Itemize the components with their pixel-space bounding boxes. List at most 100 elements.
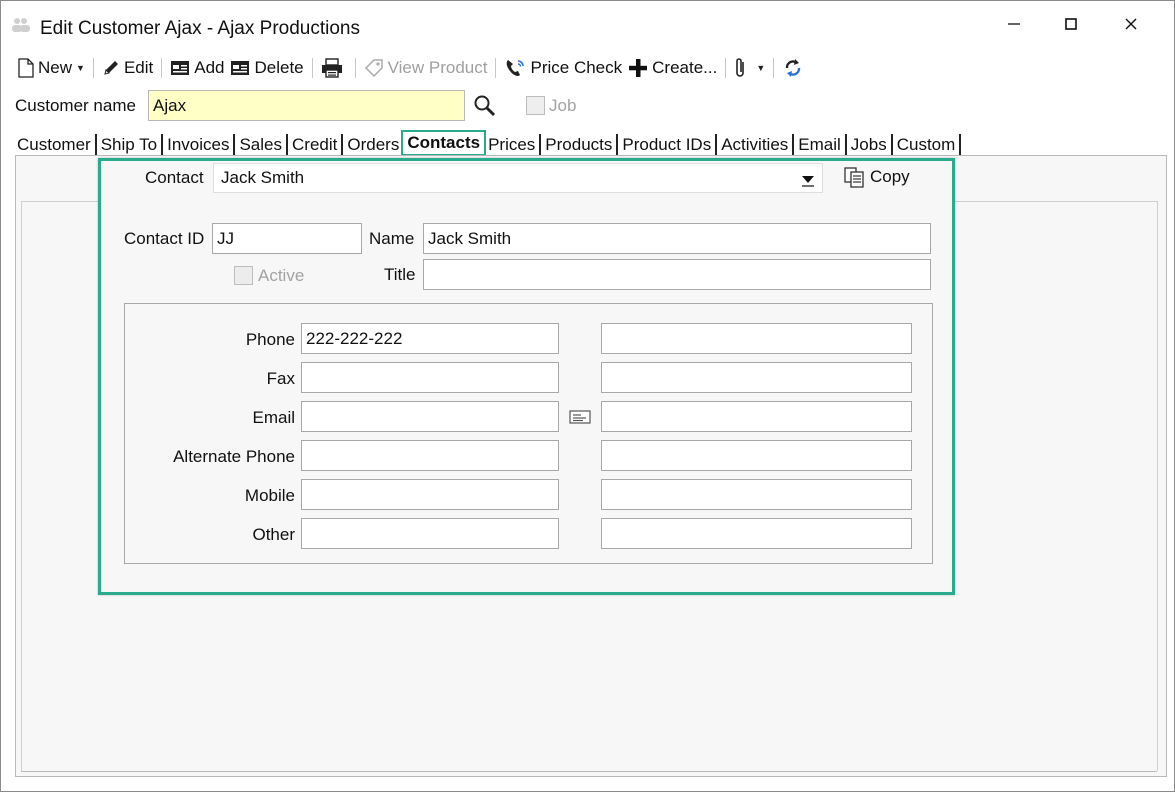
- contact-label: Contact: [145, 168, 204, 187]
- customer-name-input[interactable]: Ajax: [148, 90, 465, 121]
- tab-prices[interactable]: Prices: [486, 134, 537, 156]
- phone-note-input[interactable]: [601, 323, 912, 354]
- edit-customer-window: Edit Customer Ajax - Ajax Productions Ne…: [0, 0, 1175, 792]
- tab-contacts[interactable]: Contacts: [401, 130, 487, 156]
- title-input[interactable]: [423, 259, 931, 290]
- panel-divider: [21, 771, 1157, 772]
- phone-input[interactable]: 222-222-222: [301, 323, 559, 354]
- tab-email[interactable]: Email: [796, 134, 843, 156]
- contact-id-input[interactable]: JJ: [212, 223, 362, 254]
- maximize-icon: [1065, 18, 1077, 30]
- tab-sales[interactable]: Sales: [237, 134, 284, 156]
- view-product-button[interactable]: View Product: [361, 55, 491, 81]
- tab-product-ids[interactable]: Product IDs: [620, 134, 713, 156]
- toolbar-separator: [495, 58, 497, 78]
- active-checkbox[interactable]: [234, 266, 253, 285]
- paperclip-icon: [734, 57, 748, 79]
- price-check-button[interactable]: Price Check: [501, 55, 625, 81]
- tab-separator: [341, 134, 344, 156]
- alternate-phone-label: Alternate Phone: [173, 447, 295, 466]
- new-button[interactable]: New ▼: [15, 55, 88, 81]
- tab-separator: [161, 134, 164, 156]
- new-label: New: [38, 58, 73, 77]
- job-label: Job: [549, 96, 577, 115]
- new-dropdown-icon[interactable]: ▼: [76, 63, 85, 73]
- tab-separator: [233, 134, 236, 156]
- panel-divider: [21, 201, 22, 771]
- maximize-button[interactable]: [1048, 9, 1094, 39]
- printer-icon: [321, 58, 343, 78]
- email-compose-icon[interactable]: [569, 409, 591, 425]
- fax-note-input[interactable]: [601, 362, 912, 393]
- tab-bar: Customer Ship To Invoices Sales Credit O…: [15, 130, 963, 156]
- email-input[interactable]: [301, 401, 559, 432]
- toolbar-separator: [354, 58, 356, 78]
- email-note-input[interactable]: [601, 401, 912, 432]
- refresh-button[interactable]: [779, 55, 811, 81]
- contact-select[interactable]: Jack Smith: [213, 163, 823, 193]
- phone-handset-icon: [504, 58, 526, 78]
- toolbar: New ▼ Edit Add Delete View Product Price…: [15, 55, 811, 81]
- job-checkbox[interactable]: [526, 96, 545, 115]
- tab-ship-to[interactable]: Ship To: [99, 134, 159, 156]
- phone-label: Phone: [245, 330, 295, 349]
- delete-card-icon: [230, 60, 250, 76]
- tab-orders[interactable]: Orders: [345, 134, 401, 156]
- alternate-phone-note-input[interactable]: [601, 440, 912, 471]
- minimize-icon: [1008, 23, 1020, 25]
- tab-invoices[interactable]: Invoices: [165, 134, 231, 156]
- add-button[interactable]: Add: [167, 55, 227, 81]
- close-button[interactable]: [1108, 9, 1154, 39]
- print-button[interactable]: [318, 55, 350, 81]
- tab-separator: [715, 134, 718, 156]
- other-input[interactable]: [301, 518, 559, 549]
- refresh-icon: [782, 57, 804, 79]
- attachment-dropdown-icon[interactable]: ▼: [756, 63, 765, 73]
- other-note-input[interactable]: [601, 518, 912, 549]
- pencil-icon: [102, 59, 120, 77]
- chevron-down-icon[interactable]: [797, 169, 819, 189]
- tab-jobs[interactable]: Jobs: [849, 134, 889, 156]
- attachment-button[interactable]: ▼: [731, 55, 768, 81]
- fax-input[interactable]: [301, 362, 559, 393]
- fax-label: Fax: [266, 369, 295, 388]
- edit-label: Edit: [123, 58, 154, 77]
- tag-icon: [364, 58, 384, 78]
- customers-app-icon: [12, 18, 30, 32]
- mobile-input[interactable]: [301, 479, 559, 510]
- copy-icon: [844, 167, 864, 188]
- tab-activities[interactable]: Activities: [719, 134, 790, 156]
- name-input[interactable]: Jack Smith: [423, 223, 931, 254]
- panel-divider: [1157, 201, 1158, 771]
- tab-separator: [844, 134, 847, 156]
- tab-customer[interactable]: Customer: [15, 134, 93, 156]
- window-title: Edit Customer Ajax - Ajax Productions: [40, 18, 360, 39]
- tab-separator: [94, 134, 97, 156]
- delete-button[interactable]: Delete: [227, 55, 306, 81]
- toolbar-separator: [311, 58, 313, 78]
- new-document-icon: [18, 58, 34, 78]
- edit-button[interactable]: Edit: [99, 55, 156, 81]
- minimize-button[interactable]: [991, 9, 1037, 39]
- other-label: Other: [252, 525, 295, 544]
- tab-products[interactable]: Products: [543, 134, 614, 156]
- add-card-icon: [170, 60, 190, 76]
- create-button[interactable]: Create...: [625, 55, 720, 81]
- toolbar-separator: [773, 58, 775, 78]
- title-bar: Edit Customer Ajax - Ajax Productions: [1, 1, 1174, 45]
- active-label: Active: [258, 266, 305, 285]
- tab-separator: [616, 134, 619, 156]
- tab-separator: [792, 134, 795, 156]
- toolbar-separator: [161, 58, 163, 78]
- mobile-note-input[interactable]: [601, 479, 912, 510]
- alternate-phone-input[interactable]: [301, 440, 559, 471]
- tab-credit[interactable]: Credit: [290, 134, 339, 156]
- tab-separator: [286, 134, 288, 156]
- contact-id-label: Contact ID: [124, 229, 205, 248]
- tab-custom[interactable]: Custom: [895, 134, 958, 156]
- add-label: Add: [194, 58, 225, 77]
- copy-button[interactable]: Copy: [842, 166, 910, 188]
- search-icon[interactable]: [473, 94, 497, 118]
- tab-separator: [959, 134, 962, 156]
- plus-icon: [628, 58, 648, 78]
